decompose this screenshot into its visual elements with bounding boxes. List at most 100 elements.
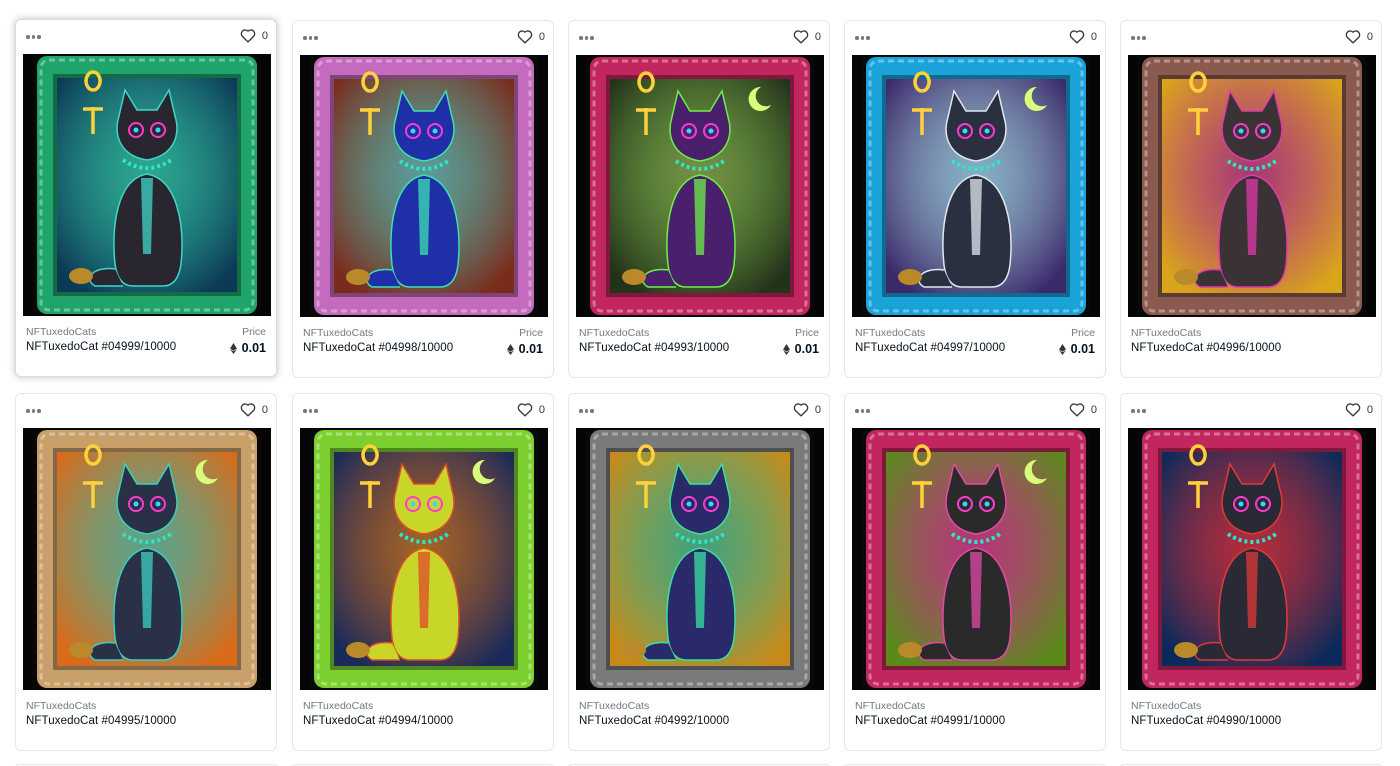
nft-image[interactable] [1128, 55, 1376, 317]
ethereum-icon [1058, 343, 1066, 355]
collection-name[interactable]: NFTuxedoCats [303, 700, 373, 712]
more-options-icon[interactable] [855, 31, 871, 45]
card-header: 0 [293, 21, 553, 55]
art-edge [23, 428, 33, 690]
collection-name[interactable]: NFTuxedoCats [855, 700, 925, 712]
favorite-button[interactable]: 0 [240, 402, 268, 417]
nft-image[interactable] [23, 54, 271, 316]
favorite-count: 0 [814, 30, 821, 43]
cat-pupil [962, 501, 968, 507]
favorite-button[interactable]: 0 [793, 29, 821, 44]
collection-name[interactable]: NFTuxedoCats [303, 327, 373, 339]
nft-card[interactable]: 0 NFTuxedoCats NFTuxedoCat #04998/10000 … [292, 20, 554, 378]
nft-image[interactable] [576, 428, 824, 690]
cat-chest [970, 179, 982, 255]
more-options-icon[interactable] [855, 404, 871, 418]
cat-pupil [686, 128, 692, 134]
favorite-count: 0 [1366, 403, 1373, 416]
art-edge [538, 55, 548, 317]
artwork [300, 55, 548, 317]
nft-image[interactable] [852, 55, 1100, 317]
favorite-button[interactable]: 0 [1345, 402, 1373, 417]
item-name[interactable]: NFTuxedoCat #04993/10000 [579, 342, 729, 354]
nft-card[interactable]: 0 NFTuxedoCats NFTuxedoCat #04999/10000 … [15, 19, 277, 377]
favorite-button[interactable]: 0 [517, 402, 545, 417]
collection-name[interactable]: NFTuxedoCats [579, 700, 649, 712]
cat-pupil [155, 501, 161, 507]
more-options-icon[interactable] [1131, 31, 1147, 45]
item-name[interactable]: NFTuxedoCat #04991/10000 [855, 715, 1005, 727]
more-options-icon[interactable] [579, 31, 595, 45]
favorite-button[interactable]: 0 [1345, 29, 1373, 44]
nft-card[interactable]: 0 NFTuxedoCats NFTuxedoCat #04991/10000 [844, 393, 1106, 751]
item-name[interactable]: NFTuxedoCat #04995/10000 [26, 715, 176, 727]
card-info: NFTuxedoCats NFTuxedoCat #04993/10000 Pr… [579, 327, 819, 369]
favorite-button[interactable]: 0 [240, 28, 268, 43]
more-options-icon[interactable] [26, 404, 42, 418]
mouse-figure [69, 642, 93, 658]
collection-name[interactable]: NFTuxedoCats [26, 700, 96, 712]
card-header: 0 [569, 394, 829, 428]
favorite-button[interactable]: 0 [1069, 402, 1097, 417]
art-edge [814, 428, 824, 690]
nft-card[interactable]: 0 NFTuxedoCats NFTuxedoCat #04997/10000 … [844, 20, 1106, 378]
nft-card[interactable]: 0 NFTuxedoCats NFTuxedoCat #04993/10000 … [568, 20, 830, 378]
nft-card[interactable]: 0 NFTuxedoCats NFTuxedoCat #04996/10000 [1120, 20, 1382, 378]
artwork [1128, 428, 1376, 690]
more-options-icon[interactable] [303, 31, 319, 45]
nft-image[interactable] [300, 428, 548, 690]
collection-name[interactable]: NFTuxedoCats [855, 327, 925, 339]
price-amount: 0.01 [518, 342, 543, 356]
nft-image[interactable] [23, 428, 271, 690]
cat-pupil [1260, 128, 1266, 134]
heart-icon [517, 403, 533, 417]
art-edge [1090, 55, 1100, 317]
heart-icon [1345, 403, 1361, 417]
nft-image[interactable] [1128, 428, 1376, 690]
item-name[interactable]: NFTuxedoCat #04998/10000 [303, 342, 453, 354]
cat-pupil [432, 128, 438, 134]
item-name[interactable]: NFTuxedoCat #04990/10000 [1131, 715, 1281, 727]
item-name[interactable]: NFTuxedoCat #04999/10000 [26, 341, 176, 353]
favorite-count: 0 [538, 30, 545, 43]
art-edge [852, 428, 862, 690]
favorite-count: 0 [538, 403, 545, 416]
nft-image[interactable] [300, 55, 548, 317]
card-info: NFTuxedoCats NFTuxedoCat #04995/10000 [26, 700, 266, 742]
more-options-icon[interactable] [579, 404, 595, 418]
favorite-button[interactable]: 0 [793, 402, 821, 417]
item-name[interactable]: NFTuxedoCat #04994/10000 [303, 715, 453, 727]
mouse-figure [346, 642, 370, 658]
favorite-button[interactable]: 0 [517, 29, 545, 44]
card-header: 0 [1121, 394, 1381, 428]
nft-card[interactable]: 0 NFTuxedoCats NFTuxedoCat #04995/10000 [15, 393, 277, 751]
collection-name[interactable]: NFTuxedoCats [1131, 700, 1201, 712]
cat-pupil [155, 127, 161, 133]
item-name[interactable]: NFTuxedoCat #04996/10000 [1131, 342, 1281, 354]
item-name[interactable]: NFTuxedoCat #04997/10000 [855, 342, 1005, 354]
mouse-figure [1174, 642, 1198, 658]
favorite-button[interactable]: 0 [1069, 29, 1097, 44]
more-options-icon[interactable] [1131, 404, 1147, 418]
mouse-figure [622, 642, 646, 658]
price-value: 0.01 [229, 341, 266, 355]
nft-image[interactable] [852, 428, 1100, 690]
mouse-figure [69, 268, 93, 284]
favorite-count: 0 [814, 403, 821, 416]
cat-pupil [1238, 128, 1244, 134]
collection-name[interactable]: NFTuxedoCats [1131, 327, 1201, 339]
nft-image[interactable] [576, 55, 824, 317]
collection-name[interactable]: NFTuxedoCats [579, 327, 649, 339]
nft-card[interactable]: 0 NFTuxedoCats NFTuxedoCat #04992/10000 [568, 393, 830, 751]
cat-chest [1246, 552, 1258, 628]
more-options-icon[interactable] [303, 404, 319, 418]
favorite-count: 0 [1090, 30, 1097, 43]
card-header: 0 [845, 21, 1105, 55]
price-amount: 0.01 [241, 341, 266, 355]
cat-pupil [410, 128, 416, 134]
more-options-icon[interactable] [26, 30, 42, 44]
nft-card[interactable]: 0 NFTuxedoCats NFTuxedoCat #04990/10000 [1120, 393, 1382, 751]
collection-name[interactable]: NFTuxedoCats [26, 326, 96, 338]
nft-card[interactable]: 0 NFTuxedoCats NFTuxedoCat #04994/10000 [292, 393, 554, 751]
item-name[interactable]: NFTuxedoCat #04992/10000 [579, 715, 729, 727]
